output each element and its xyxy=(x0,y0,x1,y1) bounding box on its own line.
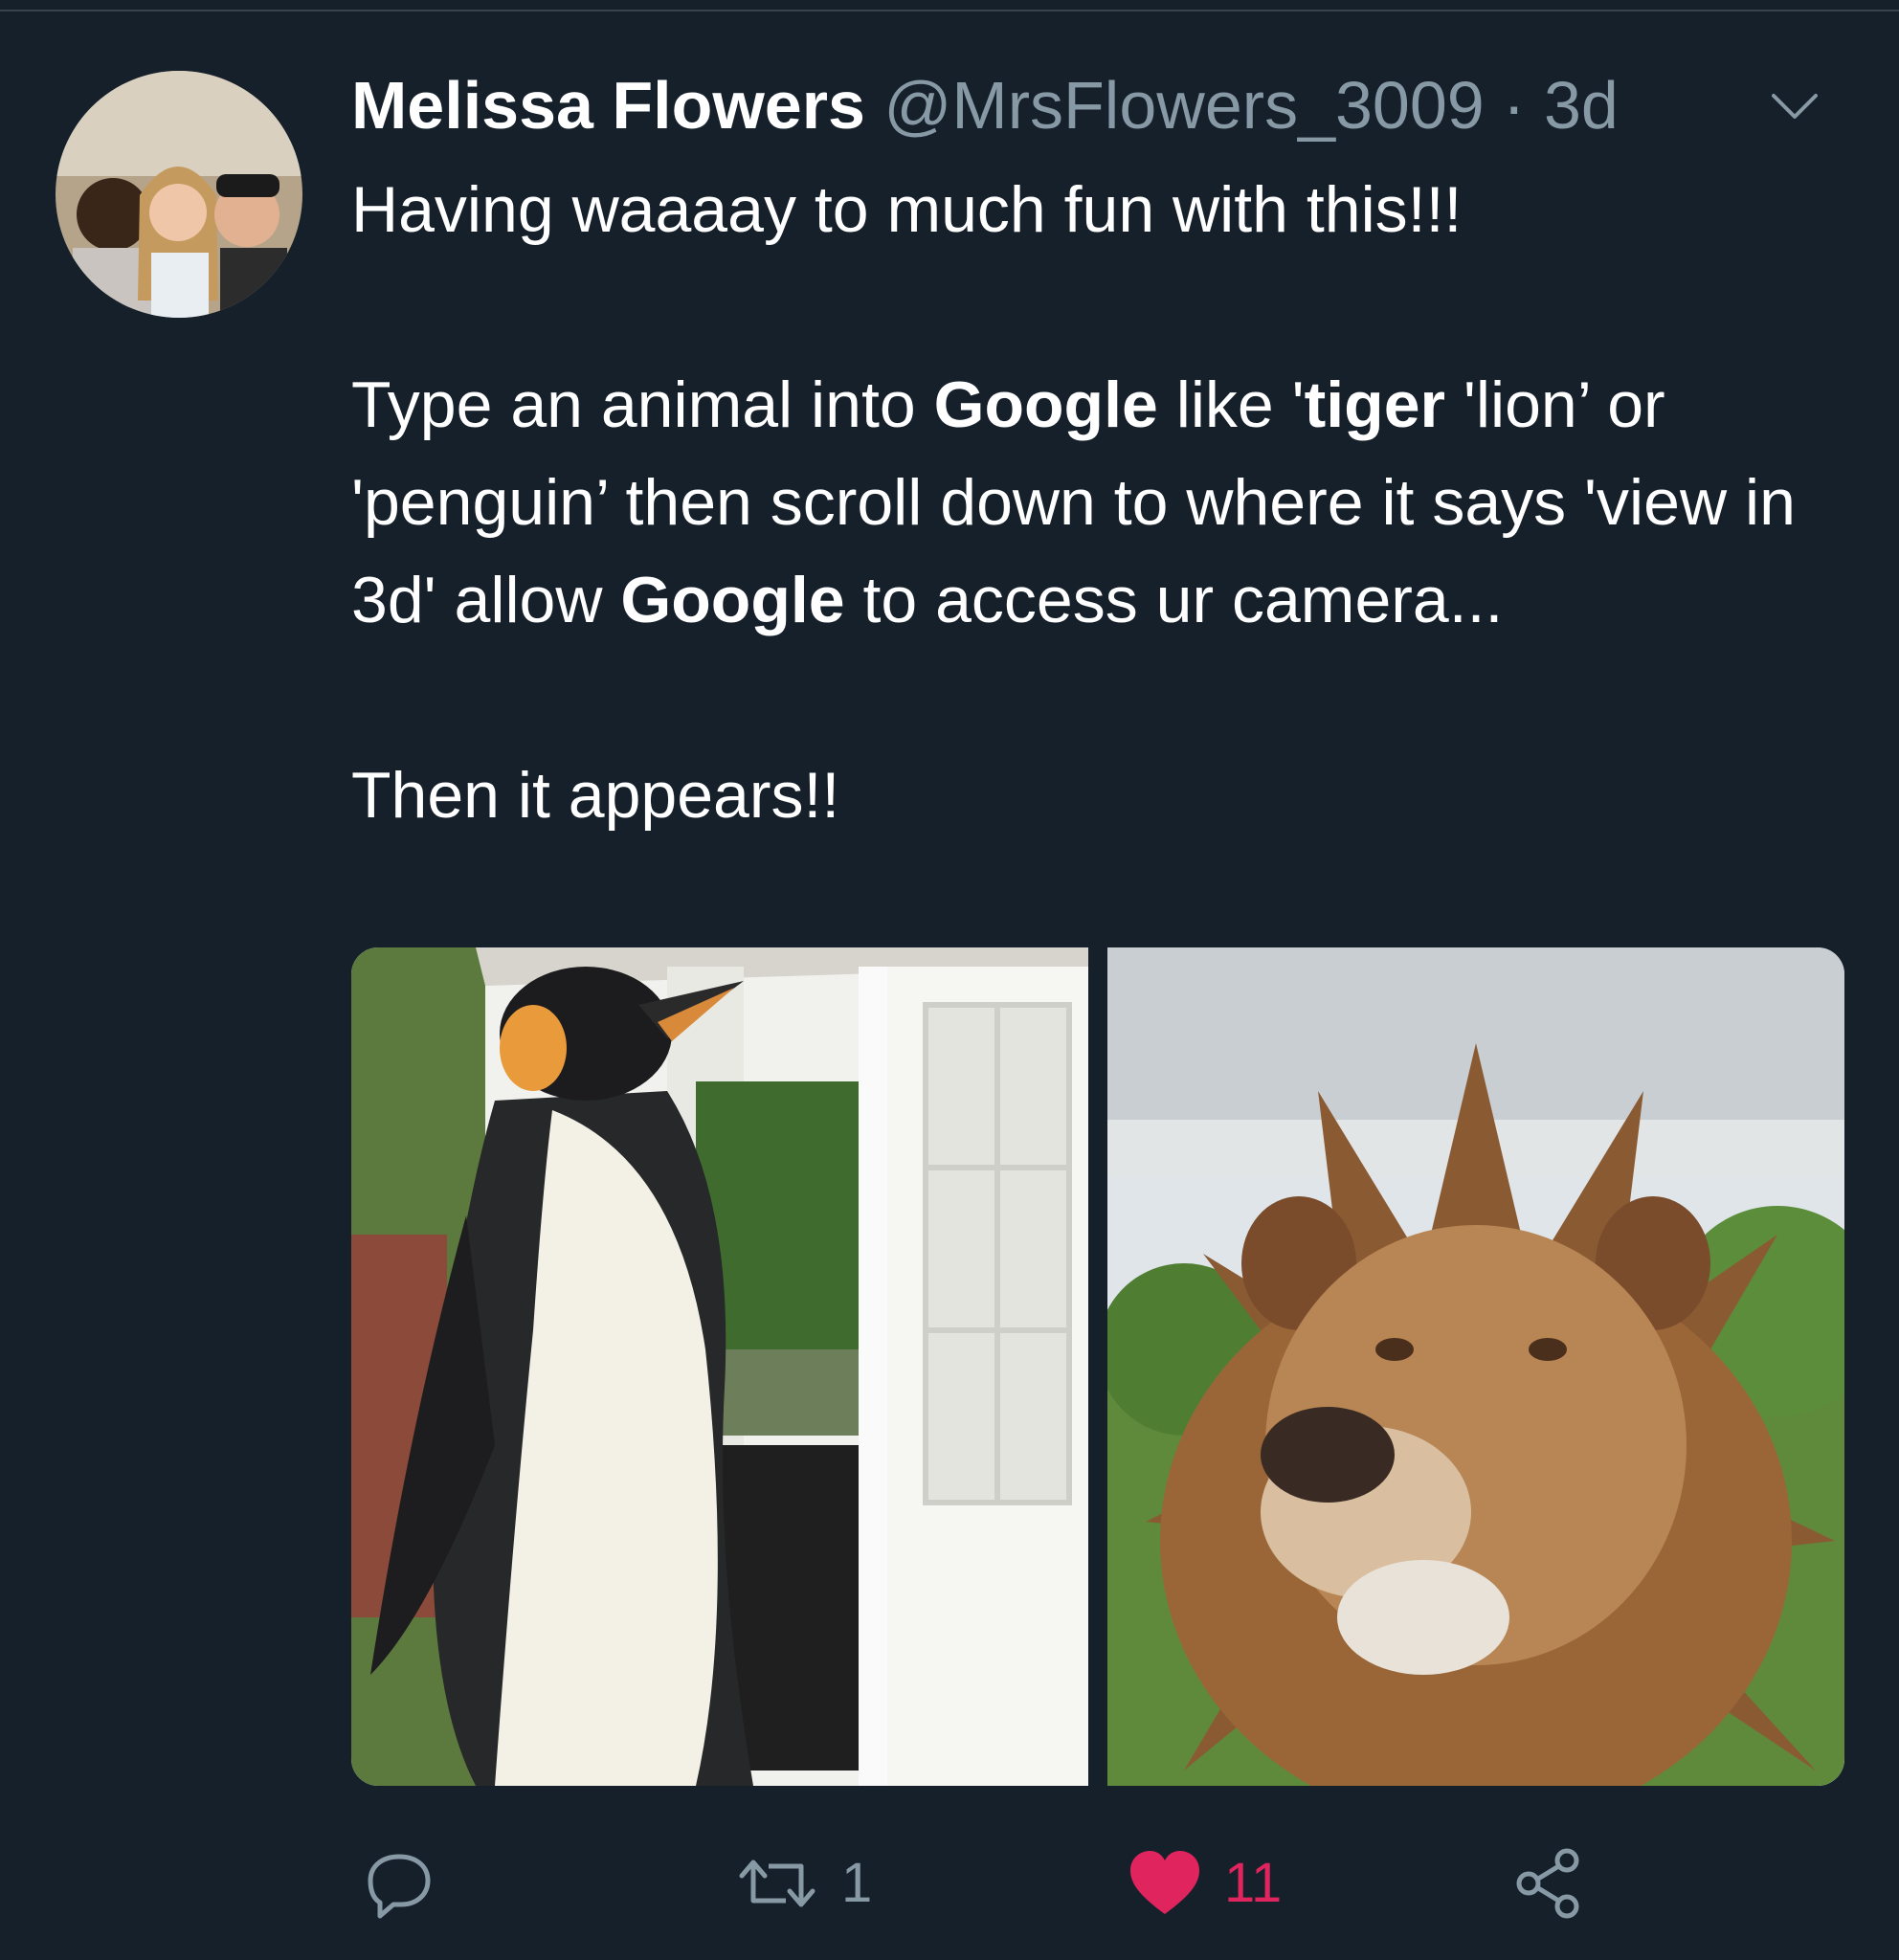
retweet-icon xyxy=(739,1860,815,1907)
reply-button[interactable] xyxy=(361,1838,458,1929)
media-grid xyxy=(351,947,1844,1786)
like-count: 11 xyxy=(1224,1852,1283,1914)
media-penguin[interactable] xyxy=(351,947,1088,1786)
timestamp[interactable]: 3d xyxy=(1544,68,1619,143)
penguin-photo xyxy=(351,947,1088,1786)
share-button[interactable] xyxy=(1509,1838,1586,1929)
separator: · xyxy=(1484,68,1544,143)
text-segment: to access ur camera... xyxy=(844,564,1504,636)
tweet-paragraph-2: Type an animal into Google like 'tiger '… xyxy=(351,356,1854,649)
handle[interactable]: @MrsFlowers_3009 xyxy=(883,68,1484,143)
reply-icon xyxy=(368,1854,431,1919)
tweet-header: Melissa Flowers @MrsFlowers_3009 · 3d xyxy=(351,67,1854,144)
tweet-actions: 1 11 xyxy=(351,1838,1624,1929)
avatar[interactable] xyxy=(56,71,302,318)
top-divider xyxy=(0,0,1899,11)
tweet-line-1: Having waaaay to much fun with this!!! xyxy=(351,173,1463,246)
share-icon xyxy=(1516,1848,1579,1919)
tweet-text: Having waaaay to much fun with this!!! T… xyxy=(351,161,1854,844)
tweet-paragraph-3: Then it appears!! xyxy=(351,759,840,832)
retweet-button[interactable]: 1 xyxy=(734,1838,872,1929)
text-segment: Type an animal into xyxy=(351,368,934,441)
bold-google: Google xyxy=(933,368,1158,441)
text-segment: like ' xyxy=(1157,368,1305,441)
avatar-photo xyxy=(56,71,302,318)
like-button[interactable]: 11 xyxy=(1127,1838,1282,1929)
bold-tiger: tiger xyxy=(1304,368,1445,441)
media-lion[interactable] xyxy=(1107,947,1844,1786)
bold-google: Google xyxy=(620,564,845,636)
heart-icon xyxy=(1130,1851,1199,1914)
lion-photo xyxy=(1107,947,1844,1786)
retweet-count: 1 xyxy=(841,1852,873,1914)
chevron-down-icon[interactable] xyxy=(1766,88,1823,126)
display-name[interactable]: Melissa Flowers xyxy=(351,68,865,143)
